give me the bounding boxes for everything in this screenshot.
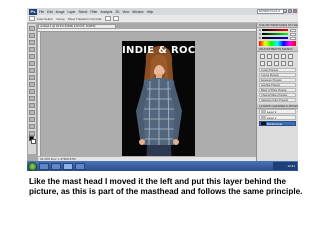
panel-dock: COLOR SWATCHES STYLES R G B ADJUSTMENTS … bbox=[256, 23, 298, 161]
photoshop-logo: Ps bbox=[29, 8, 37, 15]
move-tool-icon[interactable] bbox=[29, 26, 35, 31]
canvas-area[interactable]: INDIE & ROCK bbox=[41, 32, 256, 170]
layer-thumbnail bbox=[261, 110, 266, 113]
system-tray-clock[interactable]: 12:41 bbox=[273, 162, 297, 170]
adjustment-preset-levels[interactable]: Levels Presets bbox=[259, 68, 296, 72]
menu-image[interactable]: Image bbox=[56, 10, 65, 14]
auto-select-label[interactable]: Auto-Select: bbox=[37, 17, 53, 21]
menu-file[interactable]: File bbox=[39, 10, 44, 14]
align-icon[interactable] bbox=[104, 16, 111, 21]
photoshop-screenshot: Ps File Edit Image Layer Select Filter A… bbox=[27, 8, 298, 171]
taskbar-explorer-icon[interactable] bbox=[51, 162, 61, 170]
application-bar: Ps File Edit Image Layer Select Filter A… bbox=[27, 8, 298, 15]
menu-window[interactable]: Window bbox=[132, 10, 143, 14]
hue-saturation-icon[interactable] bbox=[260, 61, 265, 66]
exposure-icon[interactable] bbox=[281, 54, 286, 59]
history-brush-tool-icon[interactable] bbox=[29, 89, 35, 94]
adjustment-preset-channel-mixer[interactable]: Channel Mixer Presets bbox=[259, 93, 296, 97]
layer-row[interactable]: Layer 1 bbox=[259, 115, 296, 120]
red-slider-track[interactable] bbox=[262, 29, 288, 31]
toolbox bbox=[28, 24, 37, 154]
type-tool-icon[interactable] bbox=[29, 124, 35, 129]
color-balance-icon[interactable] bbox=[267, 61, 272, 66]
marquee-tool-icon[interactable] bbox=[29, 33, 35, 38]
vibrance-icon[interactable] bbox=[288, 54, 293, 59]
blue-slider[interactable]: B bbox=[257, 36, 298, 40]
curves-icon[interactable] bbox=[274, 54, 279, 59]
eyedropper-tool-icon[interactable] bbox=[29, 61, 35, 66]
taskbar-photoshop-icon[interactable] bbox=[63, 162, 73, 170]
gradient-tool-icon[interactable] bbox=[29, 103, 35, 108]
adjustment-preset-selective-color[interactable]: Selective Color Presets bbox=[259, 98, 296, 102]
menu-help[interactable]: Help bbox=[147, 10, 154, 14]
layer-name: Layer 1 bbox=[267, 116, 277, 120]
brightness-icon[interactable] bbox=[260, 54, 265, 59]
levels-icon[interactable] bbox=[267, 54, 272, 59]
minimize-button[interactable]: – bbox=[283, 9, 287, 13]
pen-tool-icon[interactable] bbox=[29, 117, 35, 122]
background-color-swatch[interactable] bbox=[31, 139, 36, 144]
adjustment-icons bbox=[257, 52, 298, 68]
layer-thumbnail bbox=[261, 116, 266, 119]
dodge-tool-icon[interactable] bbox=[29, 110, 35, 115]
distribute-icon[interactable] bbox=[112, 16, 119, 21]
blue-slider-track[interactable] bbox=[262, 37, 288, 39]
menu-select[interactable]: Select bbox=[78, 10, 87, 14]
start-button[interactable] bbox=[28, 161, 37, 171]
healing-brush-tool-icon[interactable] bbox=[29, 68, 35, 73]
layer-name: Layer 2 bbox=[267, 110, 277, 114]
green-value-field[interactable] bbox=[290, 32, 296, 36]
layer-row-selected[interactable]: Background bbox=[259, 121, 296, 126]
maximize-button[interactable]: □ bbox=[288, 9, 292, 13]
layer-row[interactable]: Layer 2 bbox=[259, 109, 296, 114]
eraser-tool-icon[interactable] bbox=[29, 96, 35, 101]
adjustment-preset-black-white[interactable]: Black & White Presets bbox=[259, 88, 296, 92]
workspace-switcher[interactable]: ESSENTIALS ▾ bbox=[257, 9, 284, 14]
menu-3d[interactable]: 3D bbox=[115, 10, 119, 14]
window-controls: – □ × bbox=[282, 9, 297, 13]
crop-tool-icon[interactable] bbox=[29, 54, 35, 59]
menu-edit[interactable]: Edit bbox=[47, 10, 53, 14]
adjustment-preset-curves[interactable]: Curves Presets bbox=[259, 73, 296, 77]
windows-taskbar: 12:41 bbox=[27, 161, 298, 171]
red-value-field[interactable] bbox=[290, 28, 296, 32]
menu-analysis[interactable]: Analysis bbox=[100, 10, 112, 14]
lasso-tool-icon[interactable] bbox=[29, 40, 35, 45]
layer-thumbnail bbox=[261, 122, 266, 125]
masthead-text: INDIE & ROCK bbox=[122, 45, 195, 56]
quick-select-tool-icon[interactable] bbox=[29, 47, 35, 52]
photo-filter-icon[interactable] bbox=[281, 61, 286, 66]
blue-value-field[interactable] bbox=[290, 36, 296, 40]
layer-name: Background bbox=[267, 122, 282, 126]
document-canvas[interactable]: INDIE & ROCK bbox=[122, 41, 195, 170]
caption-text: Like the mast head I moved it the left a… bbox=[29, 177, 303, 196]
adjustment-preset-exposure[interactable]: Exposure Presets bbox=[259, 78, 296, 82]
close-button[interactable]: × bbox=[293, 9, 297, 13]
auto-select-dropdown[interactable]: Group bbox=[56, 17, 64, 21]
adjustment-preset-hue-sat[interactable]: Hue/Sat Presets bbox=[259, 83, 296, 87]
clone-stamp-tool-icon[interactable] bbox=[29, 82, 35, 87]
menu-filter[interactable]: Filter bbox=[90, 10, 97, 14]
menu-layer[interactable]: Layer bbox=[68, 10, 76, 14]
channel-mixer-icon[interactable] bbox=[288, 61, 293, 66]
taskbar-media-icon[interactable] bbox=[75, 162, 85, 170]
menu-view[interactable]: View bbox=[122, 10, 129, 14]
model-photo bbox=[136, 46, 182, 170]
green-slider-track[interactable] bbox=[262, 33, 288, 35]
taskbar-ie-icon[interactable] bbox=[39, 162, 49, 170]
move-tool-icon[interactable] bbox=[29, 16, 35, 21]
color-spectrum-bar[interactable] bbox=[259, 41, 296, 46]
show-transform-controls[interactable]: Show Transform Controls bbox=[68, 17, 102, 21]
black-white-icon[interactable] bbox=[274, 61, 279, 66]
brush-tool-icon[interactable] bbox=[29, 75, 35, 80]
options-bar: Auto-Select: Group Show Transform Contro… bbox=[27, 15, 298, 23]
